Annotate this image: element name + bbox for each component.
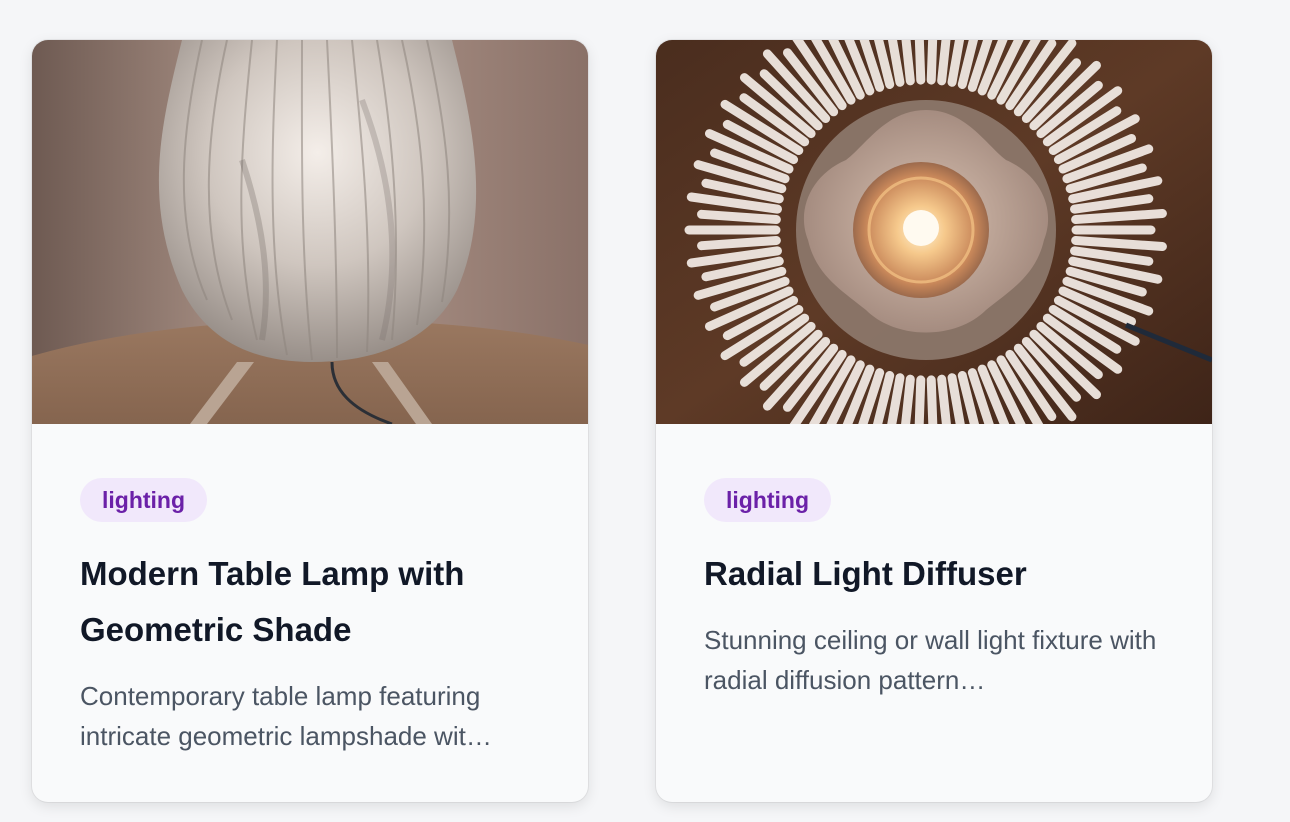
product-image[interactable]: [32, 40, 588, 424]
product-description: Stunning ceiling or wall light fixture w…: [704, 625, 1157, 695]
product-card[interactable]: lighting Modern Table Lamp with Geometri…: [32, 40, 588, 802]
table-lamp-image: [32, 40, 588, 424]
product-description: Contemporary table lamp featuring intric…: [80, 681, 492, 751]
product-card[interactable]: lighting Radial Light Diffuser Stunning …: [656, 40, 1212, 802]
category-tag: lighting: [80, 478, 208, 522]
product-title[interactable]: Modern Table Lamp with Geometric Shade: [80, 546, 540, 658]
radial-diffuser-image: [656, 40, 1212, 424]
category-tag: lighting: [704, 478, 832, 522]
product-grid: lighting Modern Table Lamp with Geometri…: [0, 0, 1290, 822]
product-title[interactable]: Radial Light Diffuser: [704, 546, 1164, 602]
product-image[interactable]: [656, 40, 1212, 424]
